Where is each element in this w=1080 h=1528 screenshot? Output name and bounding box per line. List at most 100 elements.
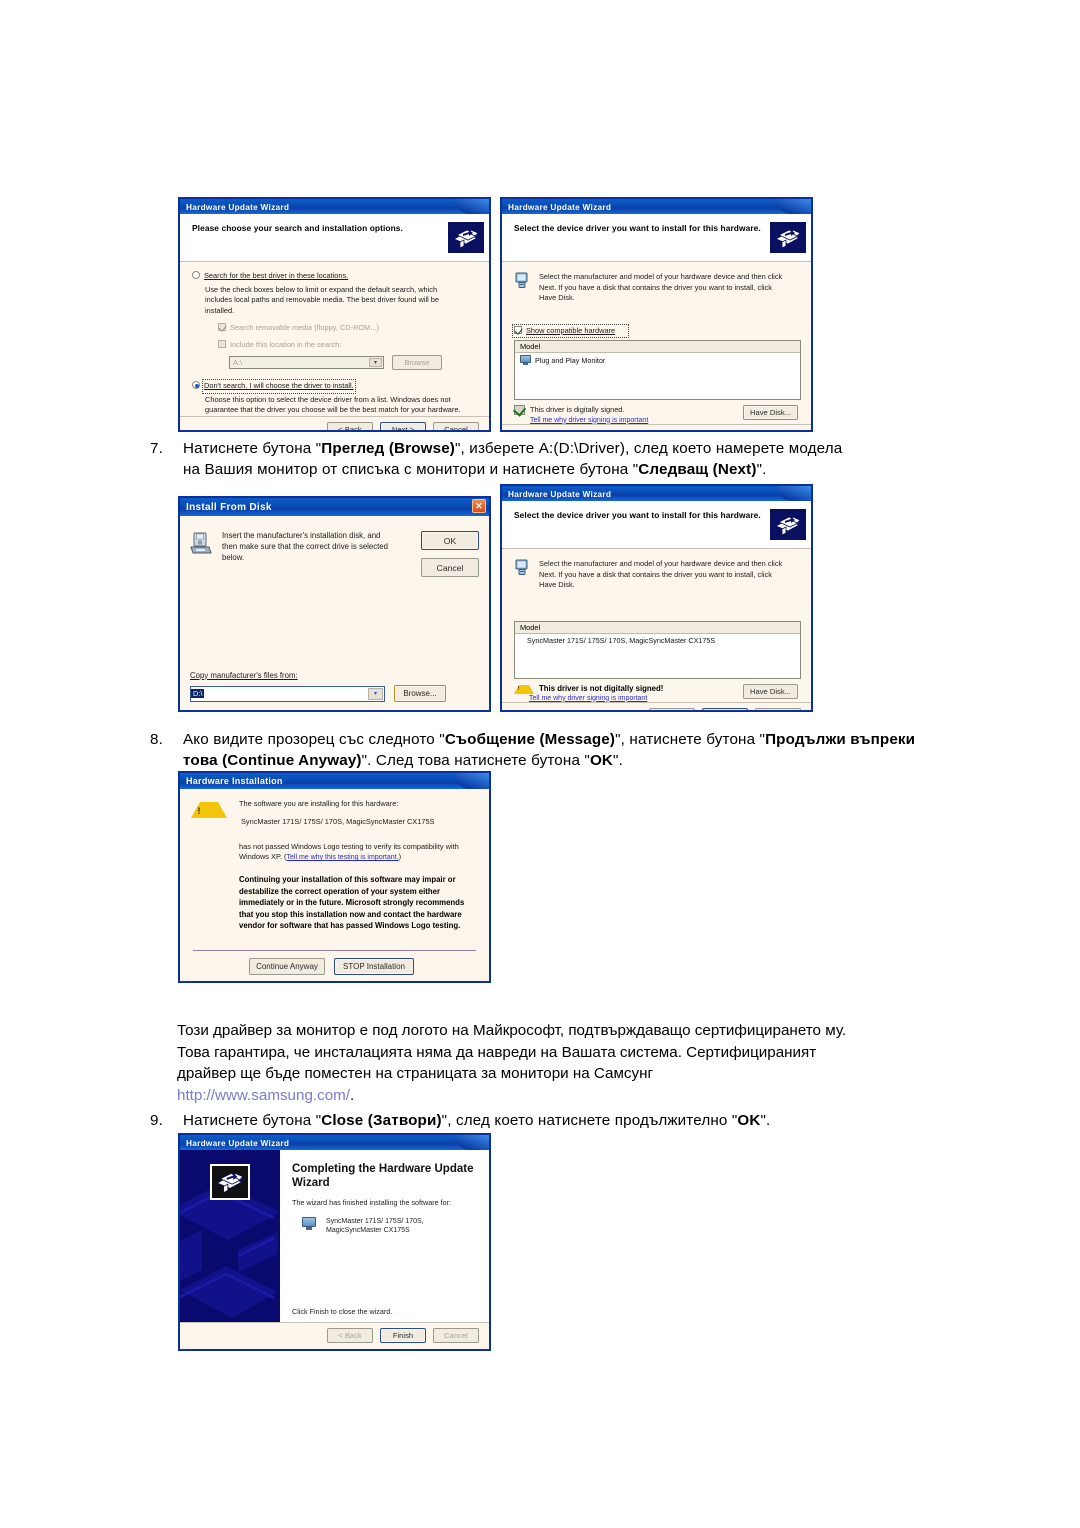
- checkbox-include-location[interactable]: Include this location in the search:: [218, 339, 477, 351]
- list-item-label: SyncMaster 171S/ 175S/ 170S, MagicSyncMa…: [527, 635, 716, 645]
- wizard-content-panel: Completing the Hardware Update Wizard Th…: [280, 1150, 489, 1322]
- step-7: 7. Натиснете бутона "Преглед (Browse)", …: [150, 438, 850, 480]
- warning-triangle-icon: [514, 684, 534, 694]
- radio-icon[interactable]: [192, 381, 200, 389]
- back-button[interactable]: < Back: [649, 429, 695, 430]
- samsung-url-link[interactable]: http://www.samsung.com/: [177, 1087, 350, 1104]
- wizard-hand-icon: [210, 1164, 250, 1200]
- wizard-header: Please choose your search and installati…: [180, 214, 489, 262]
- driver-signing-link[interactable]: Tell me why driver signing is important: [529, 695, 663, 702]
- dontsearch-description: Choose this option to select the device …: [205, 394, 461, 415]
- completion-footer-text: Click Finish to close the wizard.: [292, 1307, 393, 1316]
- warning-model: SyncMaster 171S/ 175S/ 170S, MagicSyncMa…: [241, 816, 435, 826]
- cancel-button[interactable]: Cancel: [755, 707, 801, 710]
- titlebar: Hardware Update Wizard: [180, 199, 489, 214]
- radio-icon[interactable]: [192, 271, 200, 279]
- ok-button[interactable]: OK: [421, 531, 479, 550]
- close-icon[interactable]: ✕: [472, 499, 486, 513]
- next-button[interactable]: Next >: [380, 421, 426, 430]
- step-8: 8. Ако видите прозорец със следното "Съо…: [150, 729, 930, 771]
- checkbox-search-removable-media[interactable]: Search removable media (floppy, CD-ROM..…: [218, 323, 477, 334]
- dialog-footer: < Back Next > Cancel: [502, 701, 811, 710]
- testing-important-link[interactable]: Tell me why this testing is important.: [287, 854, 399, 861]
- finish-button[interactable]: Finish: [380, 1328, 426, 1343]
- list-item[interactable]: SyncMaster 171S/ 175S/ 170S, MagicSyncMa…: [515, 634, 800, 647]
- window-title: Hardware Installation: [186, 776, 283, 786]
- dialog-hardware-installation-warning: Hardware Installation The software you a…: [178, 771, 491, 983]
- browse-button[interactable]: Browse: [392, 355, 442, 370]
- document-page: Hardware Update Wizard Please choose you…: [0, 0, 1080, 1528]
- dialog-body: Select the manufacturer and model of you…: [502, 549, 811, 702]
- step-9-number: 9.: [150, 1112, 163, 1129]
- wizard-side-panel: [180, 1150, 280, 1322]
- computer-chip-icon: [514, 559, 530, 581]
- warning-bold-text: Continuing your installation of this sof…: [239, 875, 465, 930]
- divider: [193, 950, 476, 951]
- warning-triangle-icon: [191, 802, 227, 818]
- list-item[interactable]: Plug and Play Monitor: [515, 353, 800, 367]
- titlebar: Hardware Installation: [180, 773, 489, 789]
- driver-model-listbox[interactable]: Model Plug and Play Monitor: [514, 340, 801, 400]
- instruction-text: Select the manufacturer and model of you…: [539, 272, 783, 302]
- continue-anyway-button[interactable]: Continue Anyway: [249, 958, 325, 975]
- dialog-hardware-update-wizard-search: Hardware Update Wizard Please choose you…: [178, 197, 491, 432]
- step-7-number: 7.: [150, 440, 163, 457]
- titlebar: Install From Disk ✕: [180, 498, 489, 516]
- step-8-text: Ако видите прозорец със следното "Съобще…: [183, 731, 916, 769]
- titlebar-gloss: [455, 773, 489, 789]
- location-combobox[interactable]: A:\ ▾: [229, 356, 384, 369]
- completion-heading: Completing the Hardware Update Wizard: [292, 1163, 474, 1189]
- instruction-text: Select the manufacturer and model of you…: [539, 559, 783, 589]
- signed-driver-icon: [512, 403, 527, 417]
- driver-unsigned-text: This driver is not digitally signed!: [539, 683, 664, 693]
- titlebar: Hardware Update Wizard: [180, 1135, 489, 1150]
- driver-signing-link[interactable]: Tell me why driver signing is important: [530, 417, 648, 424]
- titlebar: Hardware Update Wizard: [502, 486, 811, 501]
- browse-button[interactable]: Browse...: [394, 685, 446, 702]
- wizard-hand-icon: [769, 221, 807, 254]
- driver-signed-text: This driver is digitally signed.: [530, 405, 625, 414]
- list-item-label: Plug and Play Monitor: [535, 355, 606, 365]
- cancel-button[interactable]: Cancel: [433, 421, 479, 430]
- checkbox-icon[interactable]: [218, 339, 226, 348]
- have-disk-button[interactable]: Have Disk...: [743, 405, 798, 420]
- next-button[interactable]: Next >: [702, 707, 748, 710]
- checkbox-show-compatible-hardware[interactable]: Show compatible hardware: [512, 323, 629, 338]
- cancel-button[interactable]: Cancel: [421, 558, 479, 577]
- dialog-completing-wizard: Hardware Update Wizard Completing the Ha…: [178, 1133, 491, 1351]
- dialog-body: Select the manufacturer and model of you…: [502, 262, 811, 424]
- cancel-button[interactable]: Cancel: [755, 429, 801, 430]
- driver-model-listbox[interactable]: Model SyncMaster 171S/ 175S/ 170S, Magic…: [514, 620, 801, 679]
- wizard-header-text: Please choose your search and installati…: [192, 223, 403, 233]
- floppy-disk-icon: [190, 530, 212, 577]
- chevron-down-icon[interactable]: ▾: [369, 358, 382, 367]
- step-9-text: Натиснете бутона "Close (Затвори)", след…: [183, 1112, 771, 1129]
- window-title: Install From Disk: [186, 501, 272, 513]
- warning-line-2: has not passed Windows Logo testing to v…: [239, 842, 474, 863]
- checkbox-icon[interactable]: [218, 323, 226, 331]
- completion-subtext: The wizard has finished installing the s…: [292, 1198, 452, 1207]
- warning-line-2b: ): [398, 852, 402, 861]
- note-text: Този драйвер за монитор е под логото на …: [177, 1022, 847, 1082]
- wizard-hand-icon: [769, 508, 807, 541]
- radio-dontsearch-label: Don't search. I will choose the driver t…: [202, 379, 356, 394]
- step-8-number: 8.: [150, 731, 163, 748]
- radio-dont-search[interactable]: Don't search. I will choose the driver t…: [192, 379, 477, 394]
- cancel-button[interactable]: Cancel: [433, 1328, 479, 1343]
- chevron-down-icon[interactable]: ▾: [368, 687, 383, 700]
- back-button[interactable]: < Back: [649, 707, 695, 710]
- next-button[interactable]: Next >: [702, 429, 748, 430]
- back-button[interactable]: < Back: [327, 1328, 373, 1343]
- computer-chip-icon: [514, 272, 530, 294]
- dialog-install-from-disk: Install From Disk ✕ Insert the manufactu…: [178, 496, 491, 712]
- wizard-header-text: Select the device driver you want to ins…: [514, 510, 761, 520]
- step-7-text: Натиснете бутона "Преглед (Browse)", изб…: [183, 440, 843, 478]
- monitor-icon: [302, 1217, 316, 1230]
- back-button[interactable]: < Back: [327, 421, 373, 430]
- checkbox-icon[interactable]: [514, 325, 522, 334]
- radio-search-best-driver[interactable]: Search for the best driver in these loca…: [192, 271, 477, 282]
- have-disk-button[interactable]: Have Disk...: [743, 683, 798, 699]
- stop-installation-button[interactable]: STOP Installation: [334, 958, 414, 975]
- copy-from-combobox[interactable]: D:\ ▾: [190, 685, 385, 702]
- search-description: Use the check boxes below to limit or ex…: [205, 284, 440, 315]
